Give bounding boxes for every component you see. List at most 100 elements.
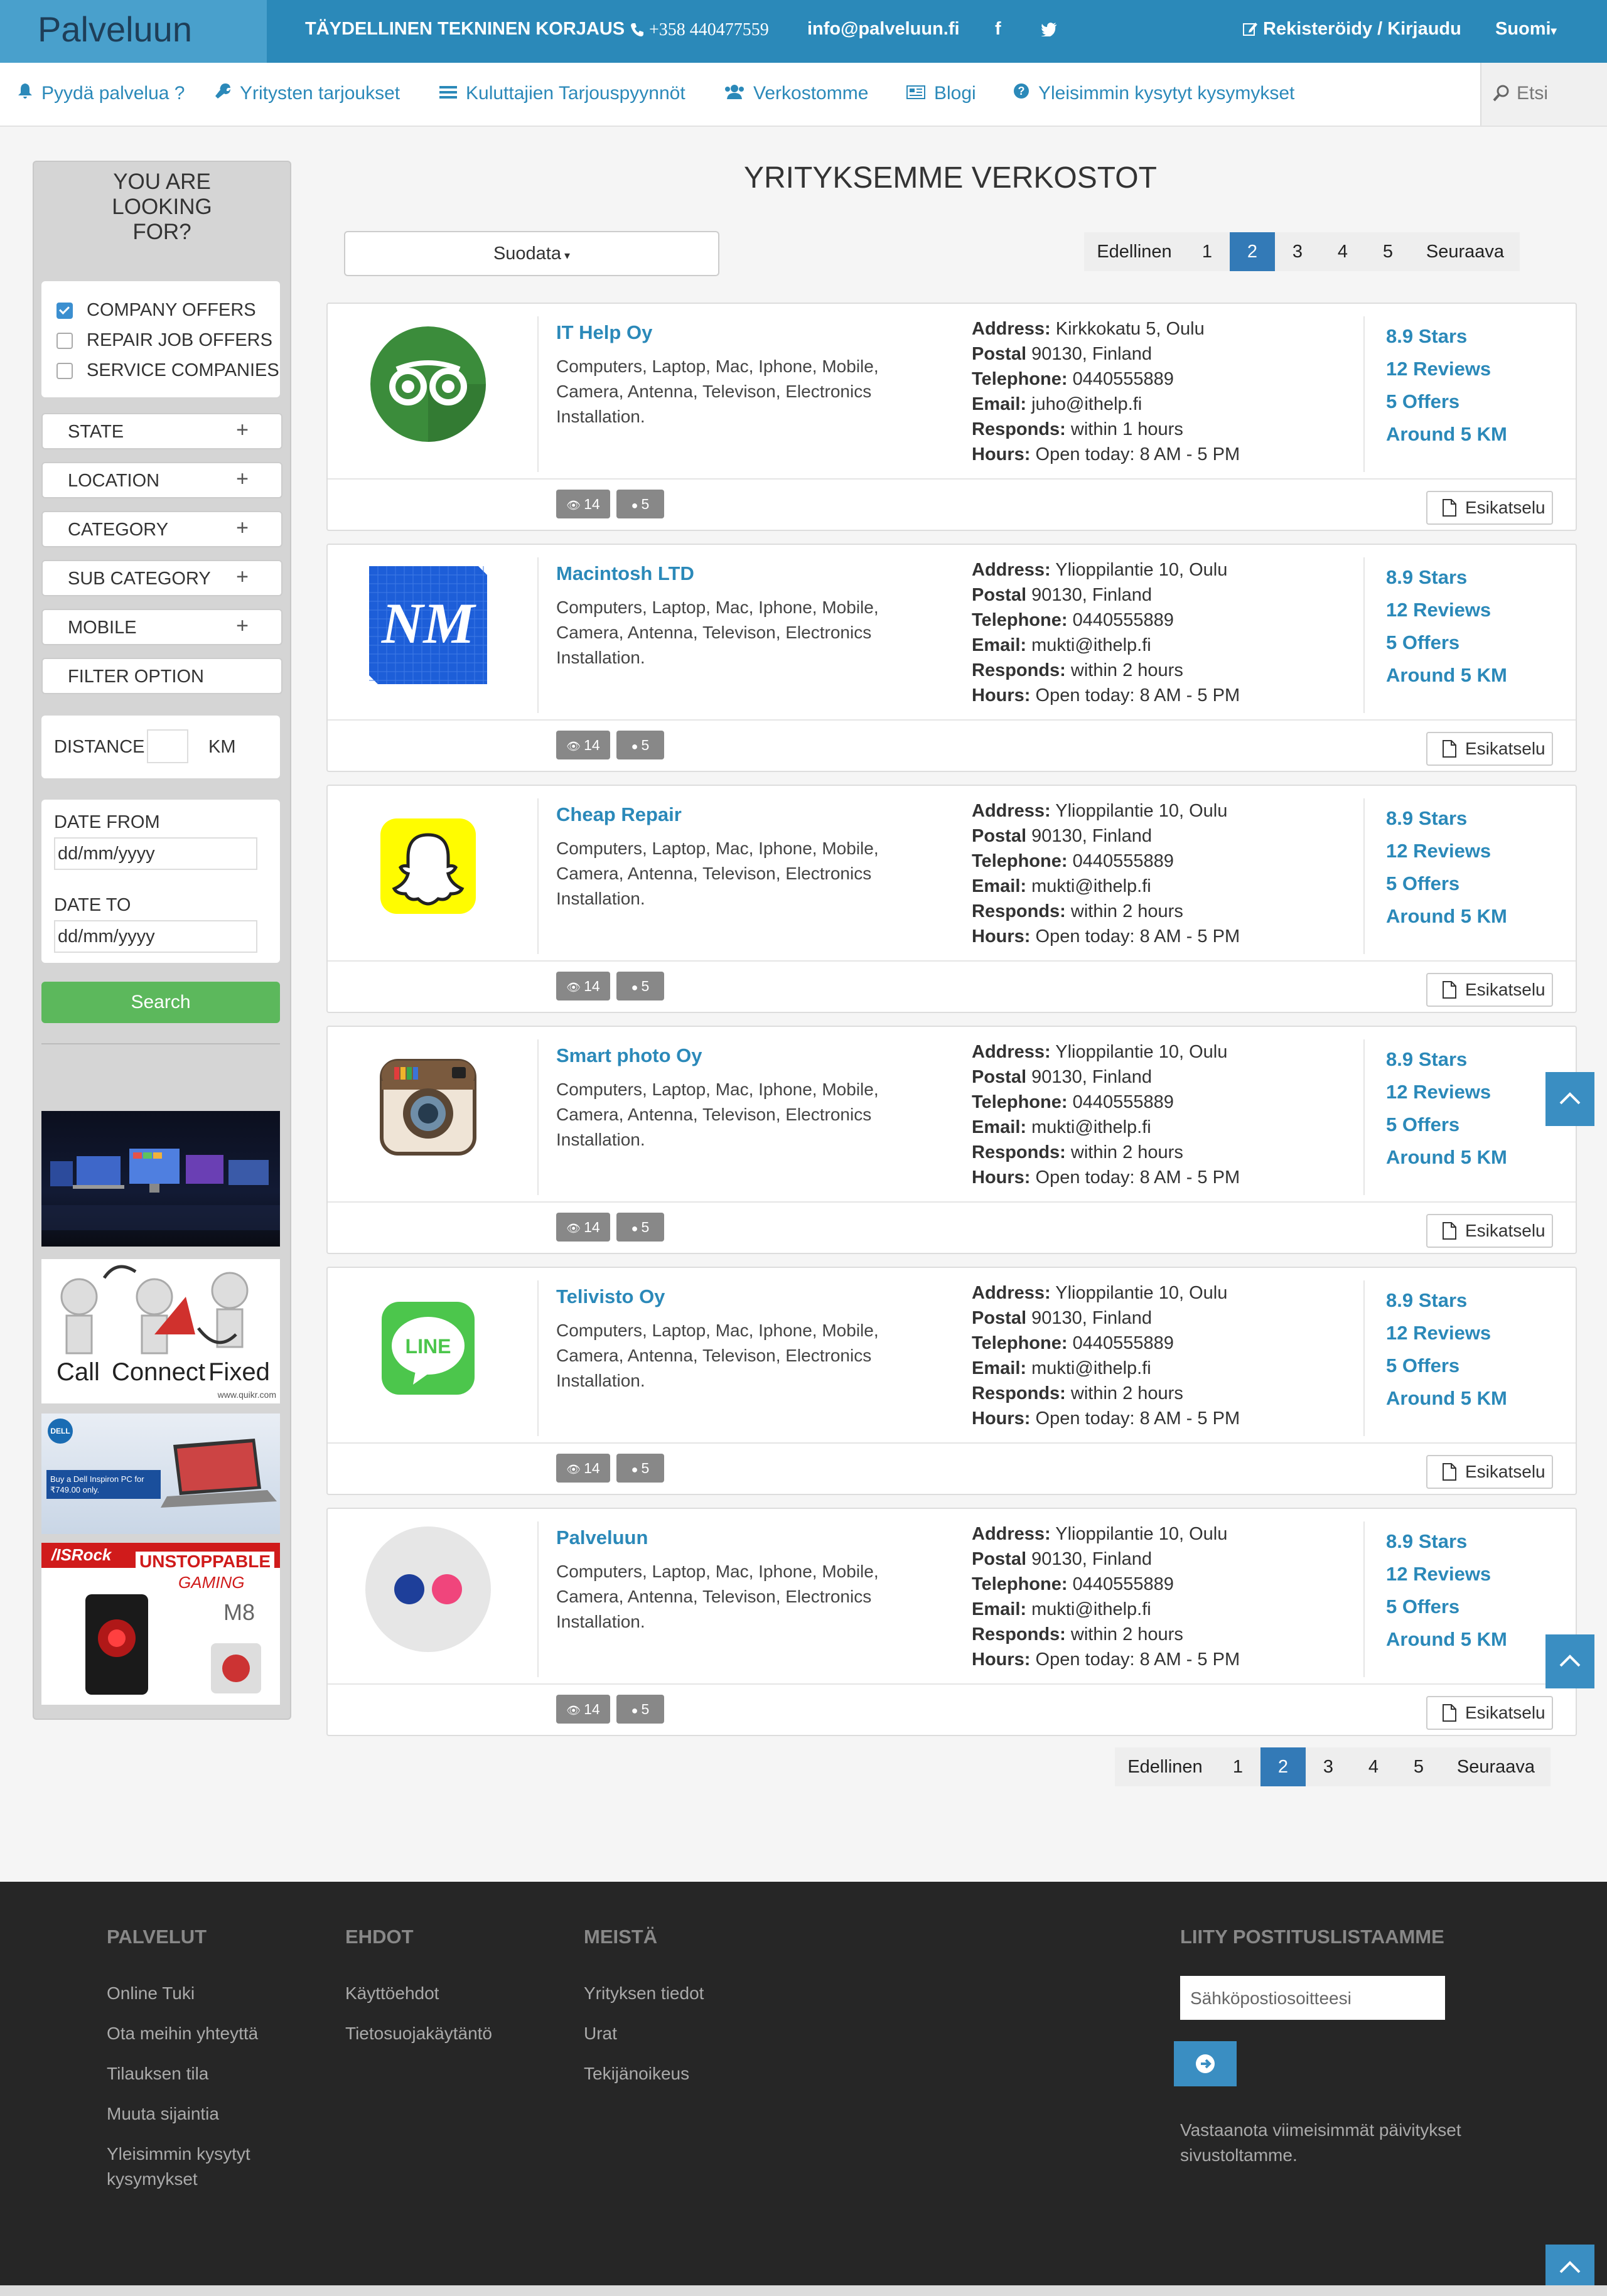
telephone-value[interactable]: 0440555889 <box>1073 1333 1174 1353</box>
stars-link[interactable]: 8.9 Stars <box>1386 802 1507 835</box>
footer-link[interactable]: Ota meihin yhteyttä <box>107 2021 258 2046</box>
offers-link[interactable]: 5 Offers <box>1386 1108 1507 1141</box>
pagination-page[interactable]: 3 <box>1275 232 1320 271</box>
telephone-value[interactable]: 0440555889 <box>1073 610 1174 630</box>
offers-link[interactable]: 5 Offers <box>1386 867 1507 900</box>
check-repair-job-offers[interactable]: REPAIR JOB OFFERS <box>56 330 272 351</box>
twitter-icon[interactable] <box>1041 21 1057 41</box>
nm-logo[interactable]: NM <box>365 562 491 688</box>
check-service-companies[interactable]: SERVICE COMPANIES <box>56 360 279 381</box>
line-logo[interactable]: LINE <box>365 1285 491 1411</box>
pagination-prev[interactable]: Edellinen <box>1084 232 1185 271</box>
footer-link[interactable]: Tilauksen tila <box>107 2061 208 2086</box>
register-link[interactable]: Rekisteröidy / Kirjaudu <box>1243 19 1461 40</box>
snapchat-logo[interactable] <box>365 803 491 929</box>
pagination-page[interactable]: 4 <box>1320 232 1365 271</box>
footer-link[interactable]: Muuta sijaintia <box>107 2101 219 2127</box>
telephone-value[interactable]: 0440555889 <box>1073 1092 1174 1112</box>
preview-button[interactable]: Esikatselu <box>1426 732 1553 766</box>
footer-link[interactable]: Yleisimmin kysytyt kysymykset <box>107 2142 270 2192</box>
stars-link[interactable]: 8.9 Stars <box>1386 1284 1507 1317</box>
facebook-icon[interactable]: f <box>995 19 1001 40</box>
accordion-category[interactable]: CATEGORY + <box>41 511 282 547</box>
pagination-page[interactable]: 1 <box>1185 232 1230 271</box>
footer-link[interactable]: Tekijänoikeus <box>584 2061 689 2086</box>
company-name[interactable]: Telivisto Oy <box>556 1285 665 1308</box>
newsletter-submit-button[interactable] <box>1174 2041 1237 2086</box>
checkbox[interactable] <box>56 333 73 350</box>
distance-link[interactable]: Around 5 KM <box>1386 659 1507 692</box>
company-name[interactable]: IT Help Oy <box>556 321 652 344</box>
preview-button[interactable]: Esikatselu <box>1426 1696 1553 1730</box>
reviews-link[interactable]: 12 Reviews <box>1386 1558 1507 1591</box>
reviews-link[interactable]: 12 Reviews <box>1386 1076 1507 1108</box>
distance-link[interactable]: Around 5 KM <box>1386 1623 1507 1656</box>
pagination-page[interactable]: 3 <box>1306 1747 1351 1786</box>
preview-button[interactable]: Esikatselu <box>1426 1214 1553 1248</box>
pagination-page[interactable]: 5 <box>1365 232 1411 271</box>
email-value[interactable]: mukti@ithelp.fi <box>1031 635 1151 655</box>
search-button[interactable]: Search <box>41 982 280 1023</box>
flickr-logo[interactable] <box>365 1526 491 1652</box>
back-to-top-button[interactable] <box>1545 1072 1594 1126</box>
stars-link[interactable]: 8.9 Stars <box>1386 1525 1507 1558</box>
company-name[interactable]: Palveluun <box>556 1526 648 1549</box>
nav-item-network[interactable]: Verkostomme <box>724 83 868 104</box>
search-input[interactable]: Etsi <box>1480 63 1607 126</box>
newsletter-email-input[interactable]: Sähköpostiosoitteesi <box>1180 1976 1445 2020</box>
email-value[interactable]: mukti@ithelp.fi <box>1031 1117 1151 1137</box>
ad-devices-banner[interactable] <box>41 1111 280 1247</box>
telephone-value[interactable]: 0440555889 <box>1073 369 1174 389</box>
distance-link[interactable]: Around 5 KM <box>1386 418 1507 451</box>
stars-link[interactable]: 8.9 Stars <box>1386 320 1507 353</box>
accordion-location[interactable]: LOCATION + <box>41 462 282 498</box>
accordion-sub-category[interactable]: SUB CATEGORY + <box>41 560 282 596</box>
footer-link[interactable]: Yrityksen tiedot <box>584 1981 704 2006</box>
ad-call-connect-fixed[interactable]: Call Connect Fixed www.quikr.com <box>41 1259 280 1403</box>
offers-link[interactable]: 5 Offers <box>1386 1349 1507 1382</box>
nav-item-request-service[interactable]: Pyydä palvelua ? <box>18 83 185 104</box>
email-value[interactable]: mukti@ithelp.fi <box>1031 1358 1151 1378</box>
nav-item-company-offers[interactable]: Yritysten tarjoukset <box>215 83 400 104</box>
checkbox-checked[interactable] <box>56 303 73 319</box>
back-to-top-button[interactable] <box>1545 1634 1594 1688</box>
pagination-page-active[interactable]: 2 <box>1230 232 1275 271</box>
pagination-page[interactable]: 1 <box>1215 1747 1260 1786</box>
pagination-page[interactable]: 5 <box>1396 1747 1441 1786</box>
email-value[interactable]: mukti@ithelp.fi <box>1031 876 1151 896</box>
language-dropdown[interactable]: Suomi▾ <box>1495 19 1557 40</box>
ad-asrock[interactable]: /ISRock UNSTOPPABLE GAMING M8 <box>41 1543 280 1705</box>
offers-link[interactable]: 5 Offers <box>1386 385 1507 418</box>
brand-name[interactable]: Palveluun <box>38 9 192 50</box>
offers-link[interactable]: 5 Offers <box>1386 1591 1507 1623</box>
accordion-state[interactable]: STATE + <box>41 413 282 449</box>
email-value[interactable]: juho@ithelp.fi <box>1031 394 1142 414</box>
company-name[interactable]: Cheap Repair <box>556 803 682 826</box>
phone-contact[interactable]: +358 440477559 <box>630 20 769 40</box>
reviews-link[interactable]: 12 Reviews <box>1386 1317 1507 1349</box>
footer-link[interactable]: Käyttöehdot <box>345 1981 439 2006</box>
check-company-offers[interactable]: COMPANY OFFERS <box>56 300 256 321</box>
nav-item-consumer-requests[interactable]: Kuluttajien Tarjouspyynnöt <box>439 83 685 104</box>
preview-button[interactable]: Esikatselu <box>1426 1455 1553 1489</box>
footer-link[interactable]: Online Tuki <box>107 1981 195 2006</box>
date-to-input[interactable]: dd/mm/yyyy <box>54 920 257 953</box>
stars-link[interactable]: 8.9 Stars <box>1386 561 1507 594</box>
telephone-value[interactable]: 0440555889 <box>1073 851 1174 871</box>
pagination-next[interactable]: Seuraava <box>1441 1747 1551 1786</box>
checkbox[interactable] <box>56 363 73 380</box>
offers-link[interactable]: 5 Offers <box>1386 626 1507 659</box>
preview-button[interactable]: Esikatselu <box>1426 973 1553 1007</box>
email-value[interactable]: mukti@ithelp.fi <box>1031 1599 1151 1619</box>
tripadvisor-owl-logo[interactable] <box>365 321 491 447</box>
preview-button[interactable]: Esikatselu <box>1426 491 1553 525</box>
nav-item-blog[interactable]: Blogi <box>906 83 976 104</box>
footer-link[interactable]: Urat <box>584 2021 617 2046</box>
nav-item-faq[interactable]: ? Yleisimmin kysytyt kysymykset <box>1013 83 1294 104</box>
brand-logo[interactable]: Palveluun <box>0 0 267 63</box>
email-link[interactable]: info@palveluun.fi <box>807 19 960 40</box>
distance-input[interactable] <box>147 729 188 763</box>
accordion-mobile[interactable]: MOBILE + <box>41 609 282 645</box>
filter-dropdown[interactable]: Suodata ▾ <box>344 231 719 276</box>
pagination-next[interactable]: Seuraava <box>1411 232 1520 271</box>
